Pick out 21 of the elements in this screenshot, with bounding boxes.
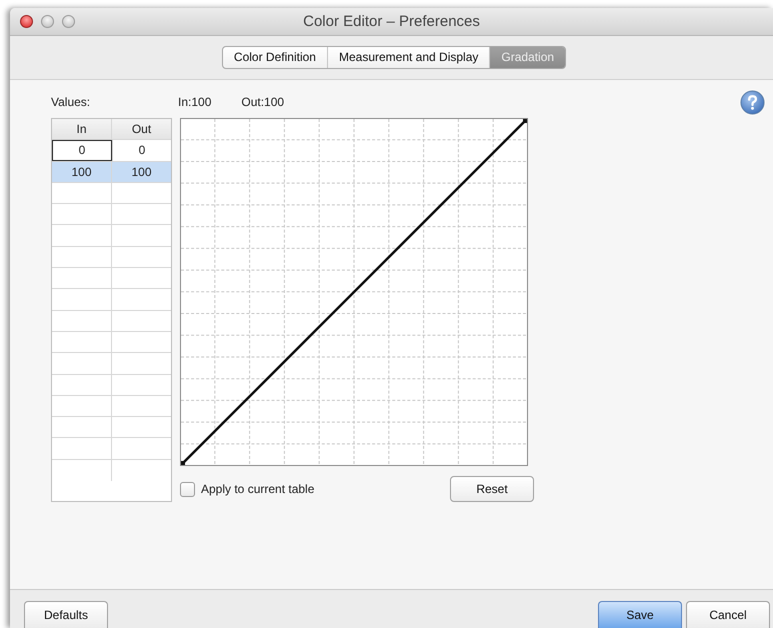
minimize-button[interactable]	[41, 15, 54, 28]
table-cell[interactable]: 100	[111, 162, 171, 182]
dialog-button[interactable]: Cancel	[686, 601, 770, 628]
window-title: Color Editor – Preferences	[303, 13, 480, 30]
reset-button[interactable]: Reset	[450, 476, 534, 502]
zoom-button[interactable]	[62, 15, 75, 28]
gradation-curve-drawing[interactable]	[180, 118, 528, 466]
tab[interactable]: Color Definition	[222, 47, 327, 68]
table-cell[interactable]: 100	[52, 162, 111, 182]
in-readout: In:100	[178, 95, 212, 109]
dialog-button[interactable]: Defaults	[24, 601, 108, 628]
column-header[interactable]: In	[52, 119, 111, 140]
save-button[interactable]: Save	[598, 601, 682, 628]
out-readout: Out:100	[241, 95, 284, 109]
column-header[interactable]: Out	[111, 119, 171, 140]
values-label: Values:	[51, 95, 92, 109]
help-icon[interactable]	[740, 90, 765, 115]
close-button[interactable]	[20, 15, 33, 28]
table-cell[interactable]: 0	[52, 140, 112, 161]
apply-checkbox[interactable]: Apply to current table	[180, 482, 314, 496]
table-cell[interactable]: 0	[112, 140, 171, 161]
